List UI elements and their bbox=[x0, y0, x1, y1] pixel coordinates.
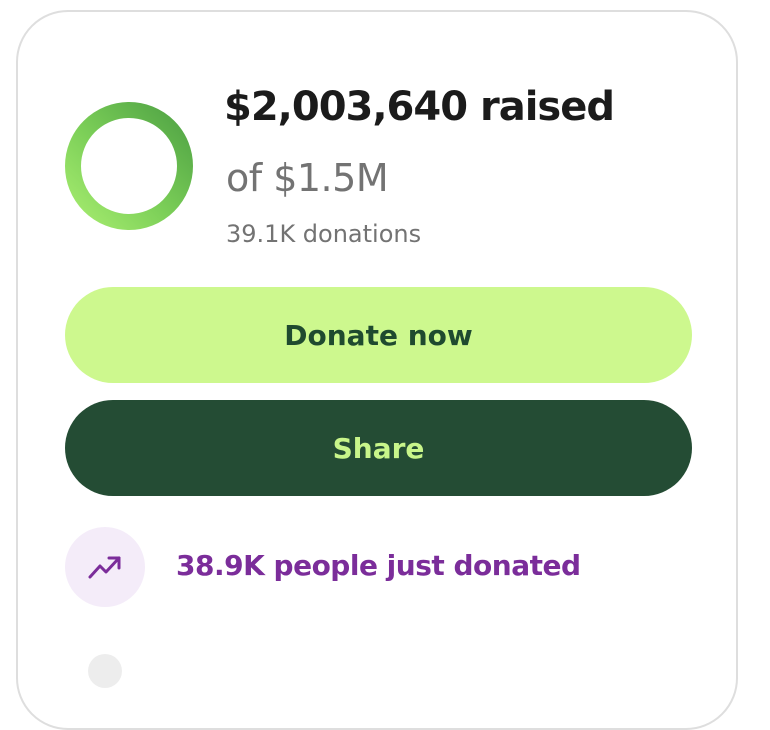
recent-donations-text: 38.9K people just donated bbox=[176, 549, 581, 582]
share-button[interactable]: Share bbox=[65, 400, 692, 496]
goal-amount: of $1.5M bbox=[226, 156, 389, 200]
amount-raised: $2,003,640 raised bbox=[224, 84, 615, 130]
donate-now-button[interactable]: Donate now bbox=[65, 287, 692, 383]
trending-up-icon bbox=[65, 527, 145, 607]
next-item-avatar bbox=[88, 654, 122, 688]
donation-count: 39.1K donations bbox=[226, 220, 422, 248]
progress-ring bbox=[65, 102, 193, 230]
